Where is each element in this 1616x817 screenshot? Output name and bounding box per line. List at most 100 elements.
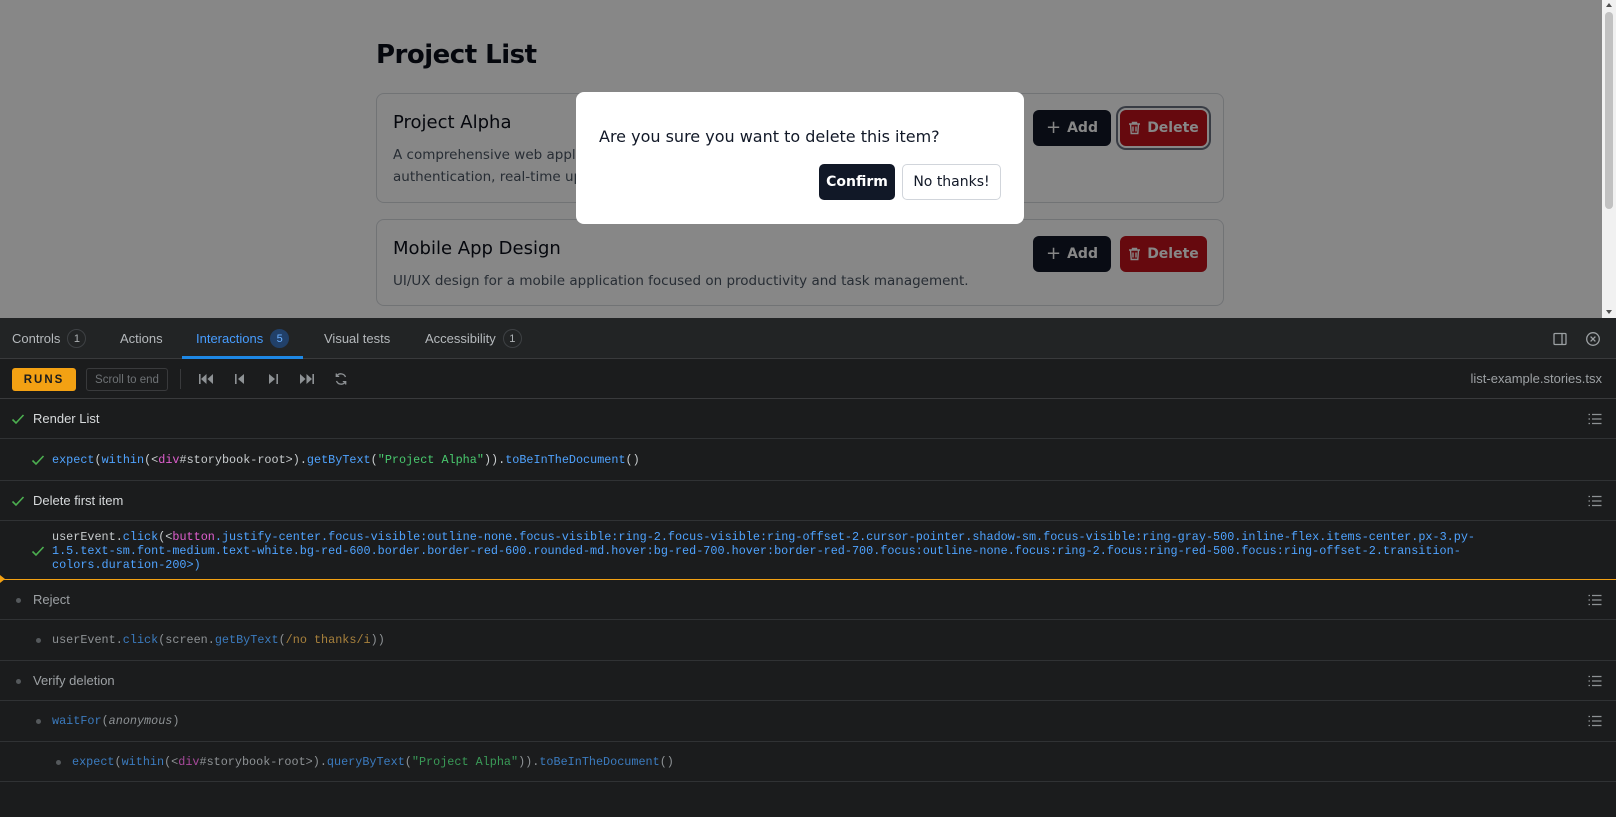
tab-actions[interactable]: Actions (120, 318, 163, 359)
tab-label: Accessibility (425, 331, 496, 346)
step-group-row[interactable]: waitFor(anonymous) (0, 701, 1616, 742)
list-icon[interactable] (1588, 715, 1602, 727)
step-row[interactable]: expect(within(<div#storybook-root>).getB… (0, 439, 1616, 481)
step-label: Render List (33, 411, 100, 426)
code-token: button (172, 530, 215, 544)
step-back-icon[interactable] (231, 371, 249, 387)
code-token: ( (278, 633, 286, 647)
code-token: expect (52, 453, 95, 467)
step-row[interactable]: expect(within(<div#storybook-root>).quer… (0, 742, 1616, 782)
step-label: Verify deletion (33, 673, 115, 688)
code-token: (< (164, 755, 179, 769)
tab-accessibility[interactable]: Accessibility 1 (425, 318, 522, 359)
list-icon[interactable] (1588, 594, 1602, 606)
preview-scrollbar[interactable] (1602, 0, 1616, 318)
addon-tabbar: Controls 1 Actions Interactions 5 Visual… (0, 318, 1616, 359)
tab-label: Controls (12, 331, 61, 346)
status-badge: RUNS (12, 368, 76, 391)
code-token: )). (483, 453, 506, 467)
story-canvas: Project List Project Alpha A comprehensi… (0, 0, 1602, 318)
dialog-message: Are you sure you want to delete this ite… (599, 127, 940, 146)
scroll-up-arrow-icon[interactable] (1606, 3, 1612, 7)
list-icon[interactable] (1588, 413, 1602, 425)
tab-interactions[interactable]: Interactions 5 (181, 318, 304, 359)
close-panel-icon[interactable] (1585, 331, 1601, 347)
tab-controls[interactable]: Controls 1 (12, 318, 87, 359)
code-token: div (158, 453, 180, 467)
code-token: ) (172, 714, 180, 728)
code-token: () (625, 453, 640, 467)
step-group-row[interactable]: Render List (0, 399, 1616, 439)
code-line: userEvent.click(<button.justify-center.f… (52, 530, 1552, 544)
code-token: anonymous (108, 714, 173, 728)
code-token: )). (518, 755, 540, 769)
list-icon[interactable] (1588, 675, 1602, 687)
confirm-dialog: Are you sure you want to delete this ite… (576, 92, 1024, 224)
check-icon (31, 455, 45, 466)
code-token: /no thanks/i (285, 633, 371, 647)
step-code: userEvent.click(screen.getByText(/no tha… (52, 633, 385, 647)
pending-dot-icon (16, 598, 21, 603)
tab-count-badge: 1 (502, 329, 522, 348)
code-token: .justify-center.focus-visible:outline-no… (214, 530, 1475, 544)
pending-dot-icon (56, 760, 61, 765)
pending-dot-icon (16, 679, 21, 684)
code-token: userEvent. (52, 633, 123, 647)
go-to-end-icon[interactable] (298, 371, 316, 387)
code-token: getByText (214, 633, 279, 647)
code-token: "Project Alpha" (411, 755, 519, 769)
interactions-toolbar: RUNS Scroll to end list-example.stories.… (0, 359, 1616, 399)
tab-label: Visual tests (324, 331, 391, 346)
step-code: userEvent.click(<button.justify-center.f… (52, 530, 1552, 572)
scroll-to-end-button[interactable]: Scroll to end (86, 368, 168, 391)
step-row[interactable]: userEvent.click(screen.getByText(/no tha… (0, 620, 1616, 661)
rerun-icon[interactable] (332, 371, 350, 387)
code-token: toBeInTheDocument (539, 755, 660, 769)
code-token: ( (94, 453, 102, 467)
no-thanks-button[interactable]: No thanks! (902, 164, 1001, 200)
code-token: (screen. (158, 633, 215, 647)
code-token: expect (72, 755, 115, 769)
story-preview: Project List Project Alpha A comprehensi… (0, 0, 1616, 318)
code-token: within (121, 755, 165, 769)
scrollbar-thumb[interactable] (1605, 12, 1613, 209)
code-token: )) (370, 633, 385, 647)
pending-dot-icon (36, 638, 41, 643)
code-line: 1.5.text-sm.font-medium.text-white.bg-re… (52, 544, 1461, 558)
code-token: within (101, 453, 145, 467)
code-token: () (659, 755, 674, 769)
scroll-down-arrow-icon[interactable] (1606, 310, 1612, 314)
step-row-current[interactable]: userEvent.click(<button.justify-center.f… (0, 521, 1616, 583)
code-token: ( (101, 714, 109, 728)
code-token: click (122, 530, 159, 544)
code-line: colors.duration-200>) (52, 558, 201, 572)
confirm-button[interactable]: Confirm (819, 164, 895, 200)
step-code: expect(within(<div#storybook-root>).quer… (72, 755, 674, 769)
step-group-row[interactable]: Reject (0, 580, 1616, 620)
tab-visual-tests[interactable]: Visual tests (324, 318, 390, 359)
step-forward-icon[interactable] (264, 371, 282, 387)
check-icon (11, 414, 25, 425)
step-label: Delete first item (33, 493, 124, 508)
step-label: Reject (33, 592, 70, 607)
addon-panel: Controls 1 Actions Interactions 5 Visual… (0, 318, 1616, 817)
code-token: toBeInTheDocument (505, 453, 626, 467)
code-token: ( (370, 453, 378, 467)
go-to-start-icon[interactable] (197, 371, 215, 387)
code-token: click (122, 633, 159, 647)
step-group-row[interactable]: Delete first item (0, 481, 1616, 521)
code-token: #storybook-root>). (179, 453, 307, 467)
list-icon[interactable] (1588, 495, 1602, 507)
code-token: waitFor (52, 714, 102, 728)
code-token: #storybook-root>). (199, 755, 327, 769)
code-token: ( (404, 755, 412, 769)
step-code: expect(within(<div#storybook-root>).getB… (52, 453, 640, 467)
code-token: ( (114, 755, 122, 769)
tab-count-badge: 1 (67, 329, 87, 348)
code-token: "Project Alpha" (377, 453, 484, 467)
step-group-row[interactable]: Verify deletion (0, 661, 1616, 701)
panel-orientation-icon[interactable] (1552, 331, 1568, 347)
code-token: getByText (306, 453, 371, 467)
toolbar-divider (180, 369, 181, 389)
code-token: userEvent. (52, 530, 123, 544)
